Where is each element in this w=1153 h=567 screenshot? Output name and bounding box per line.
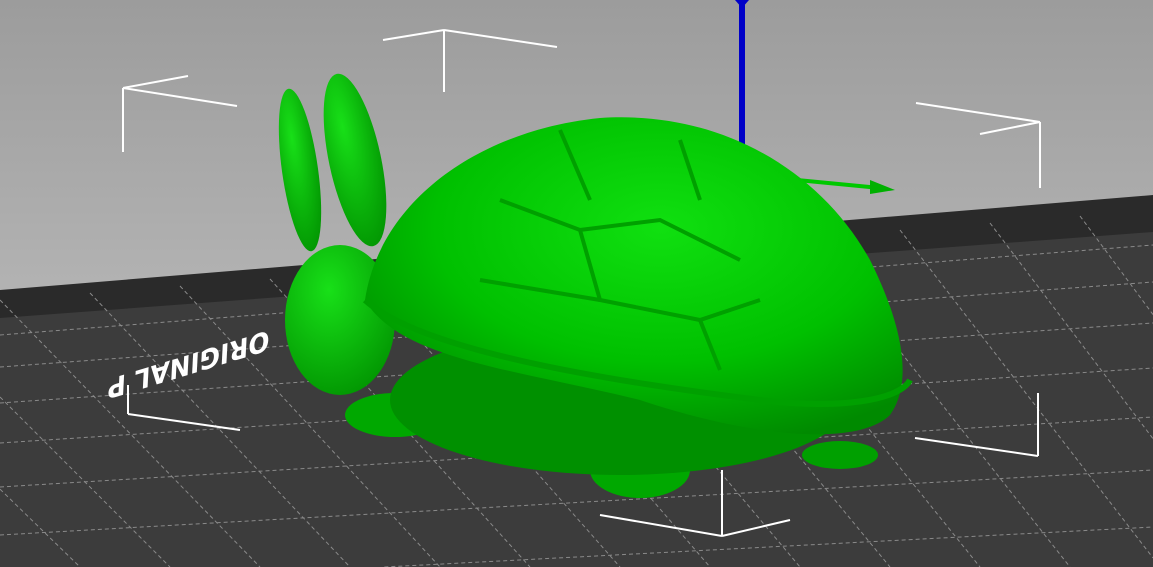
scene: ORIGINAL P	[0, 0, 1153, 567]
3d-viewport[interactable]: ORIGINAL P	[0, 0, 1153, 567]
model-tail	[802, 441, 878, 469]
